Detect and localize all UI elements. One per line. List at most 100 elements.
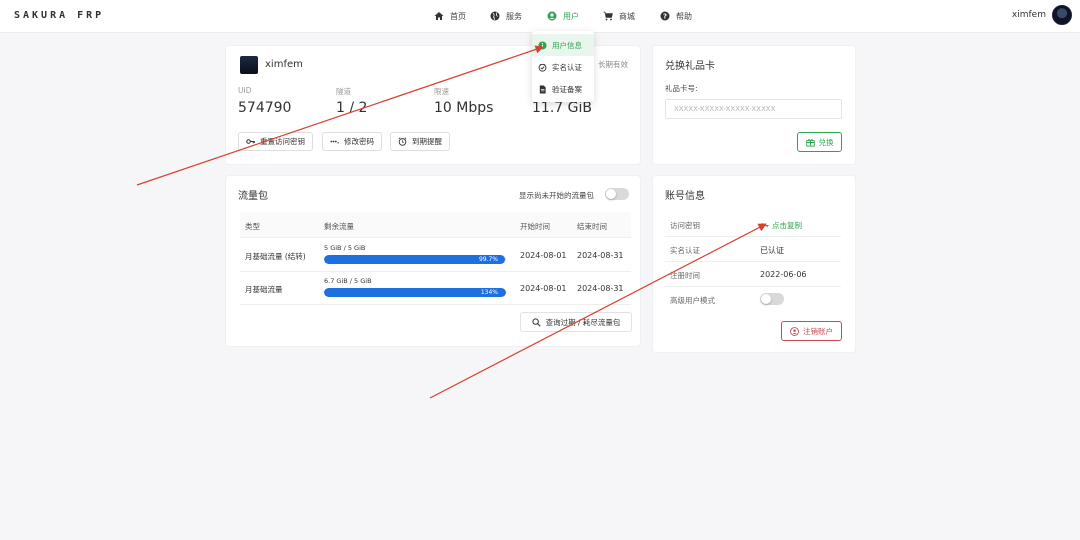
account-row-access-key: 访问密钥 点击复制 bbox=[665, 212, 841, 237]
avatar bbox=[1052, 5, 1072, 25]
nav-home-label: 首页 bbox=[450, 11, 466, 21]
start-date: 2024-08-01 bbox=[520, 284, 567, 293]
svg-text:?: ? bbox=[663, 12, 667, 20]
redeem-label: 兑换 bbox=[818, 137, 834, 147]
traffic-package-card: 流量包 显示尚未开始的流量包 类型 剩余流量 开始时间 结束时间 月基础流量 (… bbox=[226, 176, 640, 346]
password-dots-icon bbox=[330, 140, 339, 144]
usage-text: 5 GiB / 5 GiB bbox=[324, 244, 366, 252]
stat-value-speed: 10 Mbps bbox=[434, 100, 494, 116]
nav-shop[interactable]: 商城 bbox=[603, 9, 635, 23]
menu-item-label: 用户信息 bbox=[552, 40, 582, 50]
account-title: 账号信息 bbox=[665, 191, 705, 202]
table-row: 月基础流量 6.7 GiB / 5 GiB 134% 2024-08-01 20… bbox=[240, 272, 631, 305]
key-icon bbox=[246, 139, 255, 144]
real-name-status: 已认证 bbox=[760, 246, 784, 255]
brand-logo[interactable]: SAKURA FRP bbox=[14, 10, 104, 21]
copy-access-key-label: 点击复制 bbox=[772, 221, 802, 230]
column-header: 剩余流量 bbox=[324, 222, 354, 231]
username: ximfem bbox=[1011, 10, 1046, 20]
account-row-register-date: 注册时间 2022-06-06 bbox=[665, 262, 841, 287]
show-upcoming-toggle[interactable] bbox=[605, 188, 629, 200]
avatar bbox=[240, 56, 258, 74]
usage-progress-bar: 99.7% bbox=[324, 255, 506, 264]
expire-status: 长期有效 bbox=[598, 60, 628, 69]
usage-percent: 99.7% bbox=[478, 256, 498, 263]
start-date: 2024-08-01 bbox=[520, 251, 567, 260]
stat-value-uid: 574790 bbox=[238, 100, 292, 116]
stat-value-tunnels: 1 / 2 bbox=[336, 100, 368, 116]
verify-icon bbox=[538, 63, 547, 72]
home-icon bbox=[434, 12, 444, 20]
cancel-account-label: 注销账户 bbox=[803, 326, 833, 336]
expire-reminder-label: 到期提醒 bbox=[412, 137, 442, 146]
account-row-real-name: 实名认证 已认证 bbox=[665, 237, 841, 262]
user-dropdown-menu: 用户信息 实名认证 验证备案 bbox=[532, 31, 594, 102]
stat-value-traffic: 11.7 GiB bbox=[532, 100, 592, 116]
gift-card-label: 礼品卡号: bbox=[665, 84, 698, 93]
account-key-label: 高级用户模式 bbox=[670, 296, 715, 305]
reset-access-key-label: 重置访问密钥 bbox=[260, 137, 305, 146]
user-menu[interactable]: ximfem bbox=[1012, 5, 1072, 25]
package-type: 月基础流量 bbox=[245, 285, 283, 294]
user-circle-icon bbox=[547, 11, 557, 21]
menu-item-label: 实名认证 bbox=[552, 62, 582, 72]
key-icon bbox=[760, 223, 769, 228]
change-password-label: 修改密码 bbox=[344, 137, 374, 146]
account-key-label: 注册时间 bbox=[670, 271, 700, 280]
column-header: 类型 bbox=[245, 222, 260, 231]
table-row: 月基础流量 (结转) 5 GiB / 5 GiB 99.7% 2024-08-0… bbox=[240, 239, 631, 272]
gift-card-card: 兑换礼品卡 礼品卡号: 兑换 bbox=[653, 46, 855, 164]
show-upcoming-label: 显示尚未开始的流量包 bbox=[519, 191, 594, 200]
globe-icon bbox=[490, 11, 500, 21]
usage-percent: 134% bbox=[480, 289, 498, 296]
menu-item-real-name[interactable]: 实名认证 bbox=[532, 56, 594, 78]
account-key-label: 实名认证 bbox=[670, 246, 700, 255]
usage-progress-fill bbox=[324, 288, 506, 297]
top-nav-bar: SAKURA FRP 首页 服务 用户 商城 ? 帮助 ximfem bbox=[0, 0, 1080, 33]
change-password-button[interactable]: 修改密码 bbox=[322, 132, 382, 151]
traffic-table-header: 类型 剩余流量 开始时间 结束时间 bbox=[240, 212, 631, 238]
nav-help-label: 帮助 bbox=[676, 11, 692, 21]
nav-help[interactable]: ? 帮助 bbox=[660, 9, 692, 23]
nav-user[interactable]: 用户 bbox=[547, 9, 579, 23]
gift-icon bbox=[805, 138, 815, 147]
help-icon: ? bbox=[660, 11, 670, 21]
menu-item-filing[interactable]: 验证备案 bbox=[532, 78, 594, 100]
stat-label-uid: UID bbox=[238, 86, 252, 95]
advanced-mode-toggle[interactable] bbox=[760, 293, 784, 305]
gift-card-title: 兑换礼品卡 bbox=[665, 61, 715, 72]
account-key-label: 访问密钥 bbox=[670, 221, 700, 230]
info-icon bbox=[538, 40, 547, 50]
nav-home[interactable]: 首页 bbox=[434, 9, 466, 23]
alarm-clock-icon bbox=[398, 137, 407, 146]
usage-text: 6.7 GiB / 5 GiB bbox=[324, 277, 372, 285]
register-date: 2022-06-06 bbox=[760, 270, 807, 279]
account-row-advanced-mode: 高级用户模式 bbox=[665, 287, 841, 312]
nav-shop-label: 商城 bbox=[619, 11, 635, 21]
usage-progress-bar: 134% bbox=[324, 288, 506, 297]
file-icon bbox=[539, 84, 546, 94]
user-name: ximfem bbox=[265, 59, 303, 70]
stat-label-speed: 限速 bbox=[434, 87, 449, 96]
nav-user-label: 用户 bbox=[563, 11, 579, 21]
column-header: 开始时间 bbox=[520, 222, 550, 231]
expire-reminder-button[interactable]: 到期提醒 bbox=[390, 132, 450, 151]
end-date: 2024-08-31 bbox=[577, 251, 624, 260]
nav-services[interactable]: 服务 bbox=[490, 9, 522, 23]
cancel-account-button[interactable]: 注销账户 bbox=[781, 321, 842, 341]
menu-item-user-info[interactable]: 用户信息 bbox=[532, 34, 594, 56]
search-icon bbox=[531, 317, 541, 327]
query-expired-packages-button[interactable]: 查询过期 / 耗尽流量包 bbox=[520, 312, 632, 332]
end-date: 2024-08-31 bbox=[577, 284, 624, 293]
cart-icon bbox=[603, 11, 613, 21]
account-info-card: 账号信息 访问密钥 点击复制 实名认证 已认证 注册时间 2022-06-06 … bbox=[653, 176, 855, 352]
redeem-button[interactable]: 兑换 bbox=[797, 132, 842, 152]
query-expired-label: 查询过期 / 耗尽流量包 bbox=[545, 317, 621, 327]
user-remove-icon bbox=[790, 326, 799, 336]
gift-card-input[interactable] bbox=[665, 99, 842, 119]
reset-access-key-button[interactable]: 重置访问密钥 bbox=[238, 132, 313, 151]
copy-access-key-link[interactable]: 点击复制 bbox=[760, 220, 802, 231]
package-type: 月基础流量 (结转) bbox=[245, 252, 306, 261]
traffic-title: 流量包 bbox=[238, 191, 268, 202]
nav-services-label: 服务 bbox=[506, 11, 522, 21]
